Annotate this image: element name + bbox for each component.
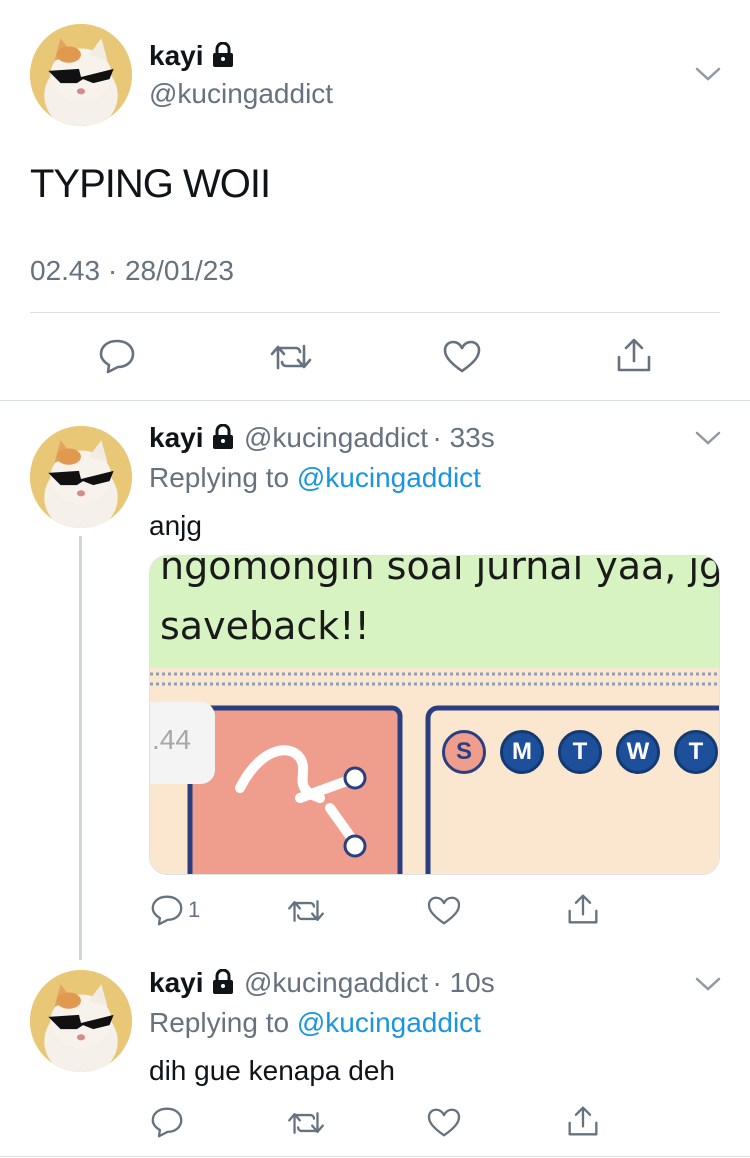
share-button[interactable] — [616, 336, 652, 374]
author-name[interactable]: kayi — [149, 967, 204, 998]
like-button[interactable] — [427, 896, 461, 926]
divider — [30, 312, 720, 313]
replying-to-label: Replying to — [149, 462, 297, 493]
author-name[interactable]: kayi — [149, 40, 204, 71]
author-name[interactable]: kayi — [149, 422, 204, 453]
tweet-text: anjg — [149, 510, 202, 541]
tweet-age: · 10s — [432, 967, 495, 998]
section-divider — [0, 400, 750, 401]
media-illustration: S M T W T — [150, 668, 719, 874]
share-icon — [617, 338, 651, 372]
media-image[interactable]: ngomongin soal jurnal yaa, jg saveback!!… — [149, 555, 720, 875]
day-circle: T — [558, 730, 602, 774]
tweet-timestamp: 02.43 · 28/01/23 — [30, 255, 234, 286]
thread-line — [79, 536, 82, 960]
avatar[interactable] — [30, 24, 132, 126]
day-circle: W — [616, 730, 660, 774]
cat-sunglasses-avatar — [30, 24, 132, 126]
author-handle[interactable]: @kucingaddict — [244, 967, 428, 998]
like-icon — [443, 340, 481, 373]
tweet-text: TYPING WOII — [30, 162, 271, 206]
chevron-down-icon[interactable] — [694, 66, 722, 82]
avatar[interactable] — [30, 970, 132, 1072]
replying-to-link[interactable]: @kucingaddict — [297, 1007, 481, 1038]
like-button[interactable] — [427, 1108, 461, 1138]
share-button[interactable] — [567, 892, 599, 926]
day-circle: M — [500, 730, 544, 774]
media-time-fragment: .44 — [150, 702, 215, 784]
chevron-down-icon[interactable] — [694, 976, 722, 992]
like-button[interactable] — [443, 340, 481, 374]
cat-sunglasses-avatar — [30, 970, 132, 1072]
reply-icon — [151, 1107, 183, 1138]
retweet-icon — [270, 344, 312, 370]
reply-button[interactable]: 1 — [150, 894, 200, 926]
author-handle[interactable]: @kucingaddict — [244, 422, 428, 453]
retweet-icon — [288, 1112, 324, 1134]
media-chat-bubble: ngomongin soal jurnal yaa, jg saveback!! — [150, 556, 719, 668]
retweet-button[interactable] — [287, 896, 325, 926]
like-icon — [427, 896, 461, 925]
retweet-button[interactable] — [270, 340, 312, 374]
avatar[interactable] — [30, 426, 132, 528]
media-text-line1: ngomongin soal jurnal yaa, jg — [160, 555, 720, 588]
lock-icon — [212, 42, 233, 67]
day-circle: S — [442, 730, 486, 774]
cat-sunglasses-avatar — [30, 426, 132, 528]
lock-icon — [212, 969, 233, 994]
like-icon — [427, 1108, 461, 1137]
reply-count: 1 — [188, 897, 201, 922]
author-handle[interactable]: @kucingaddict — [149, 78, 333, 110]
day-circle: T — [674, 730, 718, 774]
share-icon — [568, 894, 598, 924]
media-text-line2: saveback!! — [160, 604, 370, 648]
share-button[interactable] — [567, 1104, 599, 1138]
reply-button[interactable] — [98, 338, 136, 374]
reply-icon — [99, 339, 135, 374]
retweet-button[interactable] — [287, 1108, 325, 1138]
tweet-text: dih gue kenapa deh — [149, 1055, 395, 1086]
chevron-down-icon[interactable] — [694, 430, 722, 446]
replying-to-link[interactable]: @kucingaddict — [297, 462, 481, 493]
tweet-age: · 33s — [432, 422, 495, 453]
reply-icon — [151, 895, 183, 926]
bottom-divider — [0, 1156, 750, 1157]
reply-button[interactable] — [150, 1106, 184, 1138]
replying-to-label: Replying to — [149, 1007, 297, 1038]
share-icon — [568, 1106, 598, 1136]
retweet-icon — [288, 900, 324, 922]
lock-icon — [212, 424, 233, 449]
